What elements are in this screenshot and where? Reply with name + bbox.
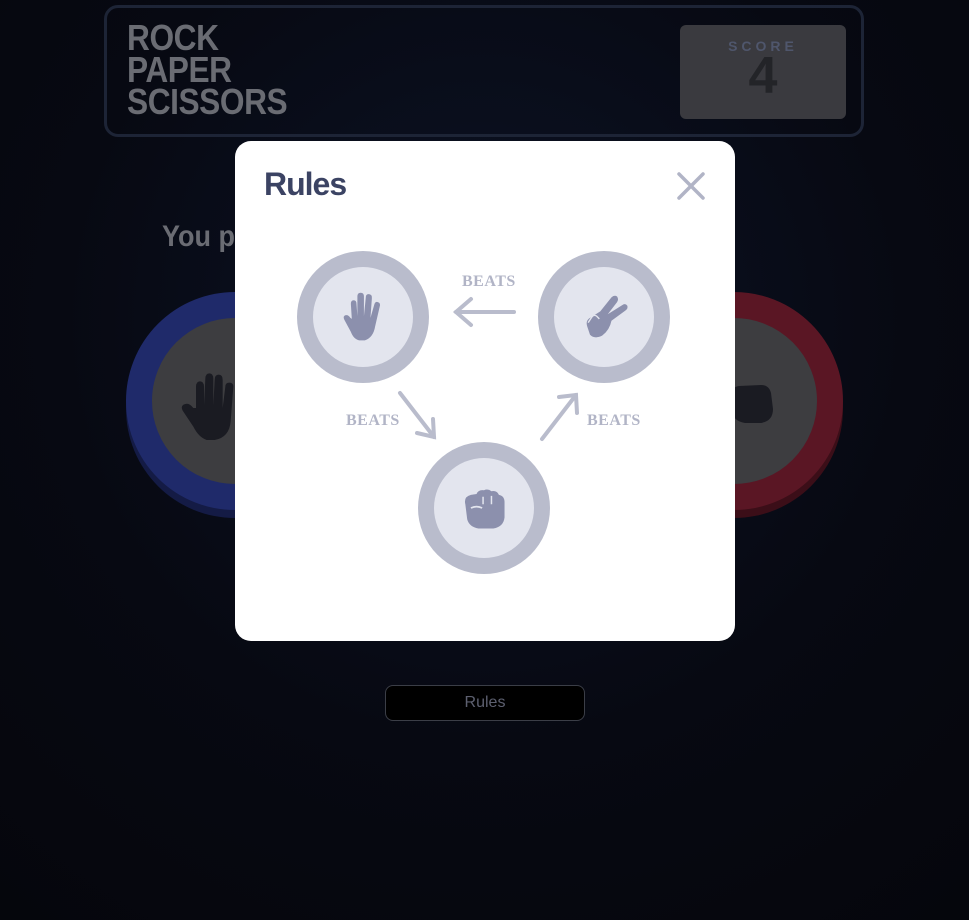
- rules-diagram: BEATS BEATS BEATS: [235, 141, 735, 641]
- arrow-up-right-icon: [540, 392, 579, 441]
- rules-modal: Rules BEATS BEATS BEATS: [235, 141, 735, 641]
